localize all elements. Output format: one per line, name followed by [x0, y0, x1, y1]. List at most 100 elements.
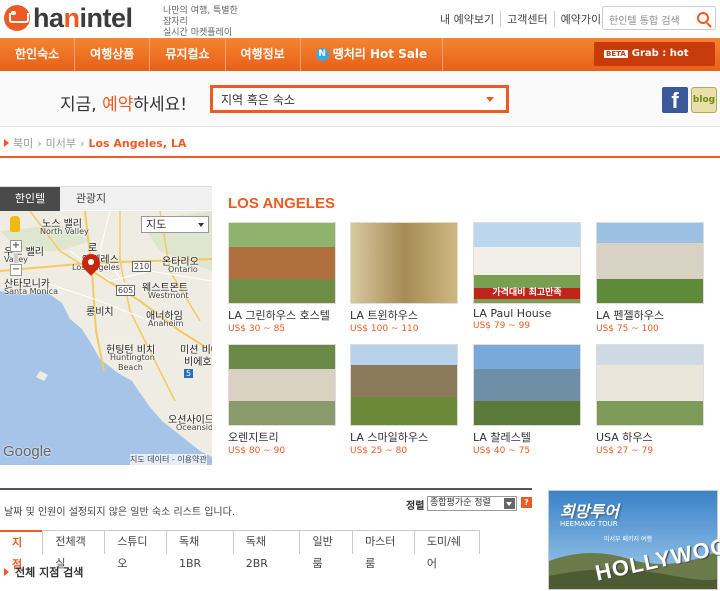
- highway-shield: 210: [132, 261, 152, 272]
- chevron-right-icon: [4, 139, 9, 147]
- region-select[interactable]: 지역 혹은 숙소: [210, 85, 509, 113]
- customer-center-link[interactable]: 고객센터: [500, 11, 553, 27]
- map-label: Huntington: [110, 353, 155, 362]
- breadcrumb: 북미 › 미서부 › Los Angeles, LA: [4, 135, 186, 151]
- map-label: 비에호: [184, 357, 212, 368]
- highway-shield: 605: [116, 285, 136, 296]
- hotel-photo[interactable]: [596, 222, 704, 304]
- top-links: 내 예약보기 고객센터 예약가이드: [440, 11, 617, 27]
- hotel-card[interactable]: LA 펜젤하우스 US$ 75 ~ 100: [596, 222, 704, 334]
- map-label: Santa Monica: [4, 287, 59, 296]
- site-search-input[interactable]: 한인텔 통합 검색: [602, 6, 716, 30]
- hotel-price: US$ 27 ~ 79: [596, 446, 654, 456]
- nav-travel-products[interactable]: 여행상품: [75, 38, 151, 71]
- map-view[interactable]: 노스 밸리 North Valley 로 우스 밸리 Valley 엔젤레스 L…: [0, 211, 212, 465]
- hotel-name[interactable]: LA Paul House: [473, 307, 581, 320]
- hotel-photo[interactable]: [350, 222, 458, 304]
- pegman-icon[interactable]: [10, 216, 20, 232]
- map-label: 롱비치: [86, 307, 114, 318]
- hotel-name[interactable]: LA 스마일하우스: [350, 429, 458, 445]
- zoom-slider[interactable]: [14, 253, 18, 263]
- hotel-name[interactable]: 오렌지트리: [228, 429, 336, 445]
- hotel-card[interactable]: LA 그린하우스 호스텔 US$ 30 ~ 85: [228, 222, 336, 334]
- tab-dorm-share[interactable]: 도미/쉐어: [413, 530, 480, 570]
- hotel-card[interactable]: LA 찰레스텔 US$ 40 ~ 75: [473, 344, 581, 456]
- hotel-card[interactable]: USA 하우스 US$ 27 ~ 79: [596, 344, 704, 456]
- hotel-card[interactable]: LA 트윈하우스 US$ 100 ~ 110: [350, 222, 458, 334]
- tab-standard-room[interactable]: 일반룸: [299, 530, 354, 570]
- tab-branch[interactable]: 지점: [0, 530, 44, 571]
- ad-subtitle: HEEMANG TOUR: [560, 520, 618, 528]
- hotel-photo[interactable]: [473, 344, 581, 426]
- city-title: LOS ANGELES: [228, 195, 335, 212]
- zoom-in-button[interactable]: +: [10, 240, 22, 252]
- zoom-out-button[interactable]: −: [10, 264, 22, 276]
- hotel-price: US$ 30 ~ 85: [228, 324, 286, 334]
- hotel-card[interactable]: 가격대비 최고만족 LA Paul House US$ 79 ~ 99: [473, 222, 581, 331]
- logo-bed-icon: [4, 5, 30, 31]
- hotel-price: US$ 40 ~ 75: [473, 446, 531, 456]
- beta-badge: BETA: [604, 50, 628, 58]
- nav-hot-sale[interactable]: N 땡처리 Hot Sale: [301, 38, 444, 71]
- hotel-photo[interactable]: 가격대비 최고만족: [473, 222, 581, 304]
- tab-house-2br[interactable]: 독채 2BR: [232, 530, 301, 570]
- map-label: Ontario: [168, 265, 198, 274]
- hotel-price: US$ 75 ~ 100: [596, 324, 659, 334]
- search-icon[interactable]: [697, 12, 709, 24]
- map-label: Westmont: [148, 291, 189, 300]
- ad-logo: 희망투어: [560, 502, 619, 521]
- hot-sale-label: 땡처리 Hot Sale: [332, 47, 428, 61]
- site-search-placeholder: 한인텔 통합 검색: [609, 16, 680, 27]
- hotel-card[interactable]: LA 스마일하우스 US$ 25 ~ 80: [350, 344, 458, 456]
- all-branch-search[interactable]: 전체 지점 검색: [4, 564, 83, 580]
- breadcrumb-current: Los Angeles, LA: [88, 136, 187, 150]
- blog-icon[interactable]: blog: [691, 87, 717, 113]
- dropdown-arrow-icon: [486, 97, 494, 102]
- list-notice: 날짜 및 인원이 설정되지 않은 일반 숙소 리스트 입니다.: [4, 507, 236, 518]
- hotel-photo[interactable]: [228, 222, 336, 304]
- nav-korean-lodging[interactable]: 한인숙소: [0, 38, 76, 71]
- best-value-tag: 가격대비 최고만족: [474, 288, 580, 299]
- hotel-name[interactable]: LA 트윈하우스: [350, 307, 458, 323]
- help-icon[interactable]: ?: [521, 497, 532, 508]
- facebook-icon[interactable]: f: [662, 87, 688, 113]
- sort-label: 정렬: [406, 501, 425, 512]
- tagline-line-1: 나만의 여행, 특별한 잠자리: [163, 6, 238, 27]
- hotel-price: US$ 100 ~ 110: [350, 324, 419, 334]
- google-logo[interactable]: Google: [3, 443, 51, 460]
- hotel-name[interactable]: LA 펜젤하우스: [596, 307, 704, 323]
- hotel-photo[interactable]: [228, 344, 336, 426]
- ad-caption: 미서부 패키지 여행: [604, 536, 652, 543]
- tab-house-1br[interactable]: 독채 1BR: [165, 530, 234, 570]
- map-type-select[interactable]: 지도: [141, 216, 209, 233]
- nav-musical-show[interactable]: 뮤지컬쇼: [150, 38, 226, 71]
- hotel-photo[interactable]: [596, 344, 704, 426]
- map-credits-link[interactable]: 지도 데이터 - 이용약관: [130, 454, 207, 465]
- region-select-value: 지역 혹은 숙소: [221, 93, 295, 107]
- all-branch-search-label: 전체 지점 검색: [15, 566, 84, 579]
- hotel-name[interactable]: LA 찰레스텔: [473, 429, 581, 445]
- dropdown-arrow-icon[interactable]: [504, 498, 515, 509]
- naver-icon: N: [315, 48, 329, 61]
- tab-hanintel-map[interactable]: 한인텔: [0, 187, 60, 211]
- map-label: Oceanside: [176, 423, 212, 432]
- hotel-price: US$ 25 ~ 80: [350, 446, 408, 456]
- map-type-value: 지도: [146, 218, 167, 231]
- nav-travel-info[interactable]: 여행정보: [226, 38, 301, 71]
- breadcrumb-north-america[interactable]: 북미: [13, 135, 33, 151]
- divider: [0, 156, 720, 158]
- tab-all-rooms[interactable]: 전체객실: [42, 530, 106, 570]
- chevron-right-icon: [4, 568, 9, 576]
- site-logo[interactable]: hanintel: [0, 0, 160, 36]
- tab-sightseeing-map[interactable]: 관광지: [60, 187, 122, 211]
- map-tabs: 한인텔 관광지: [0, 186, 212, 211]
- tab-master-room[interactable]: 마스터룸: [352, 530, 415, 570]
- grab-hotspot-button[interactable]: BETAGrab : hot spot: [594, 42, 715, 83]
- hotel-name[interactable]: LA 그린하우스 호스텔: [228, 307, 336, 323]
- hotel-name[interactable]: USA 하우스: [596, 429, 704, 445]
- hotel-photo[interactable]: [350, 344, 458, 426]
- hotel-card[interactable]: 오렌지트리 US$ 80 ~ 90: [228, 344, 336, 456]
- breadcrumb-west-us[interactable]: 미서부: [46, 135, 76, 151]
- my-reservation-link[interactable]: 내 예약보기: [440, 11, 500, 27]
- tab-studio[interactable]: 스튜디오: [104, 530, 167, 570]
